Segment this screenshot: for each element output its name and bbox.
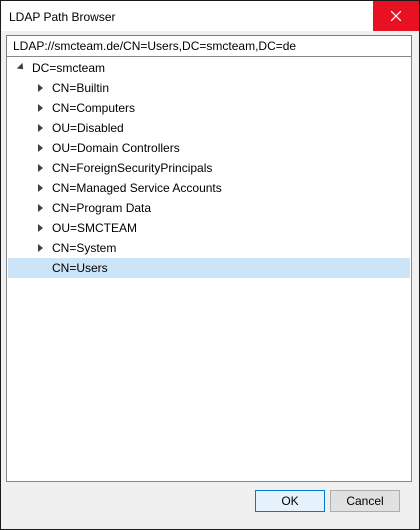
- tree-node-system[interactable]: CN=System: [8, 238, 410, 258]
- tree-node-smcteam[interactable]: OU=SMCTEAM: [8, 218, 410, 238]
- tree-node-managed-service-accounts[interactable]: CN=Managed Service Accounts: [8, 178, 410, 198]
- tree-node-label: CN=ForeignSecurityPrincipals: [52, 161, 213, 175]
- tree-node-label: OU=Disabled: [52, 121, 124, 135]
- expand-arrow-icon[interactable]: [12, 60, 28, 76]
- tree-node-label: CN=Managed Service Accounts: [52, 181, 222, 195]
- tree-node-label: CN=Builtin: [52, 81, 110, 95]
- collapse-arrow-icon[interactable]: [32, 180, 48, 196]
- tree-node-program-data[interactable]: CN=Program Data: [8, 198, 410, 218]
- tree-node-label: DC=smcteam: [32, 61, 106, 75]
- tree-node-builtin[interactable]: CN=Builtin: [8, 78, 410, 98]
- tree-node-label: OU=Domain Controllers: [52, 141, 180, 155]
- title-bar: LDAP Path Browser: [1, 1, 419, 31]
- tree-node-computers[interactable]: CN=Computers: [8, 98, 410, 118]
- tree-node-foreign-security-principals[interactable]: CN=ForeignSecurityPrincipals: [8, 158, 410, 178]
- collapse-arrow-icon[interactable]: [32, 200, 48, 216]
- collapse-arrow-icon[interactable]: [32, 240, 48, 256]
- ldap-tree-view[interactable]: DC=smcteam CN=Builtin CN=Computers OU=Di…: [6, 56, 412, 482]
- tree-node-domain-controllers[interactable]: OU=Domain Controllers: [8, 138, 410, 158]
- ok-button[interactable]: OK: [255, 490, 325, 512]
- collapse-arrow-icon[interactable]: [32, 120, 48, 136]
- collapse-arrow-icon[interactable]: [32, 140, 48, 156]
- tree-node-label: CN=Users: [52, 261, 108, 275]
- tree-node-users[interactable]: CN=Users: [8, 258, 410, 278]
- tree-node-root[interactable]: DC=smcteam: [8, 58, 410, 78]
- tree-node-label: CN=Computers: [52, 101, 136, 115]
- ldap-path-field[interactable]: LDAP://smcteam.de/CN=Users,DC=smcteam,DC…: [6, 35, 412, 57]
- tree-node-label: CN=System: [52, 241, 117, 255]
- collapse-arrow-icon[interactable]: [32, 100, 48, 116]
- tree-node-label: CN=Program Data: [52, 201, 152, 215]
- collapse-arrow-icon[interactable]: [32, 160, 48, 176]
- close-button[interactable]: [373, 1, 419, 31]
- collapse-arrow-icon[interactable]: [32, 220, 48, 236]
- collapse-arrow-icon[interactable]: [32, 80, 48, 96]
- no-arrow-spacer: [32, 260, 48, 276]
- window-title: LDAP Path Browser: [9, 10, 116, 24]
- cancel-button[interactable]: Cancel: [330, 490, 400, 512]
- tree-node-label: OU=SMCTEAM: [52, 221, 138, 235]
- tree-node-disabled[interactable]: OU=Disabled: [8, 118, 410, 138]
- ldap-path-browser-dialog: LDAP Path Browser LDAP://smcteam.de/CN=U…: [0, 0, 420, 530]
- close-icon: [391, 11, 401, 21]
